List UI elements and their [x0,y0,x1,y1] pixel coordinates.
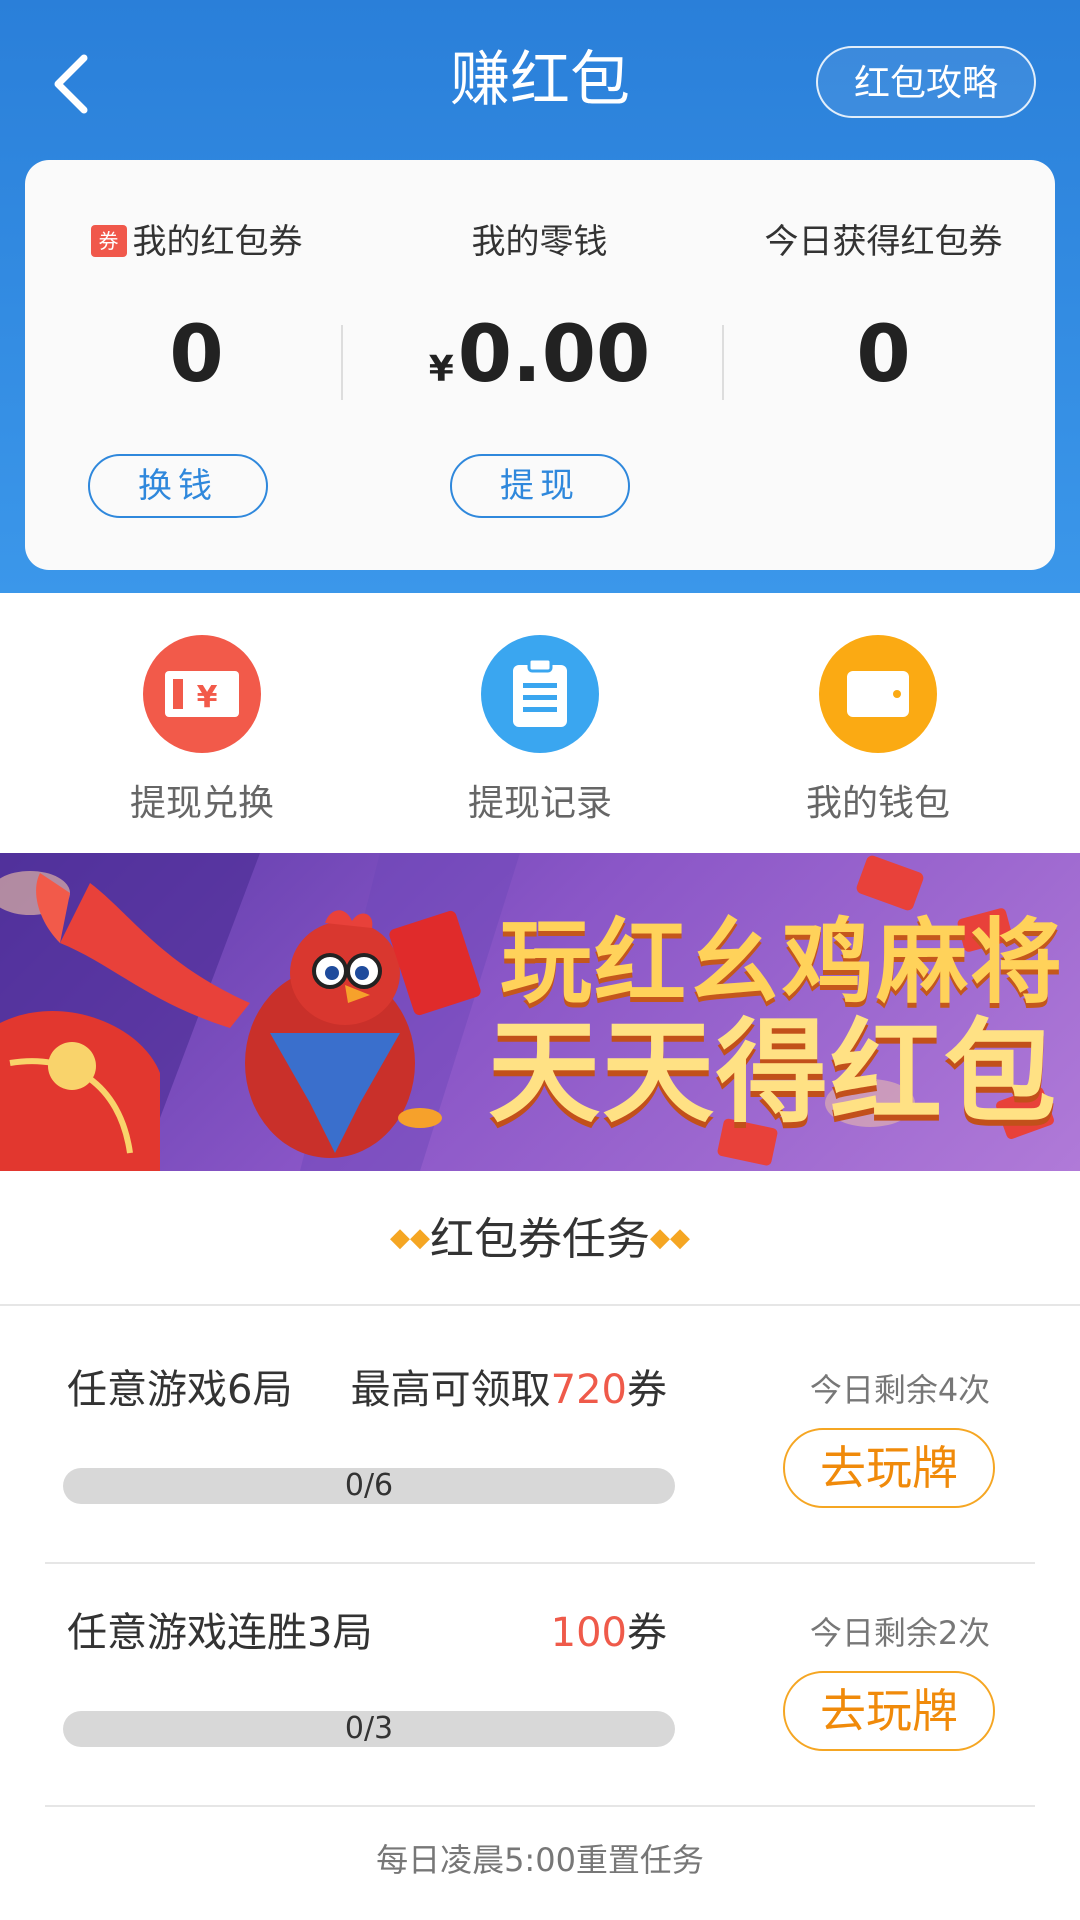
diamond-icon: ◆◆ [390,1223,430,1253]
wallet-icon [819,635,937,753]
stat-my-change: 我的零钱 ¥0.00 提现 [368,160,711,570]
task-name: 任意游戏6局 [67,1367,293,1413]
progress-bar: 0/6 [63,1468,675,1504]
shortcut-my-wallet[interactable]: 我的钱包 [728,630,1028,830]
header-area: 赚红包 红包攻略 券我的红包券 0 换钱 我的零钱 ¥0.00 提现 今日获得红… [0,0,1080,593]
stat-label: 我的红包券 [132,222,303,262]
stats-card: 券我的红包券 0 换钱 我的零钱 ¥0.00 提现 今日获得红包券 0 [25,160,1055,570]
task-row: 任意游戏6局 最高可领取720券 今日剩余4次 0/6 去玩牌 [45,1322,1035,1564]
footer-note: 每日凌晨5:00重置任务 [376,1841,704,1879]
withdraw-button[interactable]: 提现 [450,454,630,518]
task-reward: 100券 [550,1610,667,1656]
progress-text: 0/6 [344,1468,394,1503]
currency-symbol: ¥ [428,349,454,390]
section-title: ◆◆红包券任务◆◆ [0,1210,1080,1272]
divider [341,325,343,400]
stat-label: 我的零钱 [471,222,608,262]
diamond-icon: ◆◆ [650,1223,690,1253]
guide-button[interactable]: 红包攻略 [816,46,1036,118]
progress-text: 0/3 [344,1711,394,1746]
shortcut-withdraw-record[interactable]: 提现记录 [390,630,690,830]
shortcut-label: 提现记录 [467,783,612,824]
ticket-icon: ¥ [143,635,261,753]
clipboard-icon [481,635,599,753]
progress-bar: 0/3 [63,1711,675,1747]
stat-today-coupons: 今日获得红包券 0 [712,160,1055,570]
stat-label: 今日获得红包券 [764,222,1003,262]
divider [0,1304,1080,1306]
shortcut-label: 提现兑换 [129,783,274,824]
svg-text:¥: ¥ [197,680,218,715]
stat-my-coupons: 券我的红包券 0 换钱 [25,160,368,570]
promo-banner[interactable]: 玩红幺鸡麻将 天天得红包 [0,853,1080,1171]
shortcut-withdraw-exchange[interactable]: ¥ 提现兑换 [52,630,352,830]
coupon-tag-icon: 券 [90,224,127,257]
divider [45,1805,1035,1807]
divider [45,1562,1035,1564]
remaining-count: 今日剩余2次 [809,1614,991,1652]
banner-headline: 玩红幺鸡麻将 [500,909,1065,1016]
stat-value: 0.00 [457,310,651,400]
play-button[interactable]: 去玩牌 [783,1428,995,1508]
shortcut-label: 我的钱包 [805,783,950,824]
task-reward: 最高可领取720券 [350,1367,667,1413]
stat-value: 0 [169,310,224,400]
play-button[interactable]: 去玩牌 [783,1671,995,1751]
banner-subheadline: 天天得红包 [488,1008,1058,1138]
task-name: 任意游戏连胜3局 [67,1610,373,1656]
exchange-button[interactable]: 换钱 [88,454,268,518]
task-row: 任意游戏连胜3局 100券 今日剩余2次 0/3 去玩牌 [45,1565,1035,1807]
stat-value: 0 [856,310,911,400]
remaining-count: 今日剩余4次 [809,1371,991,1409]
